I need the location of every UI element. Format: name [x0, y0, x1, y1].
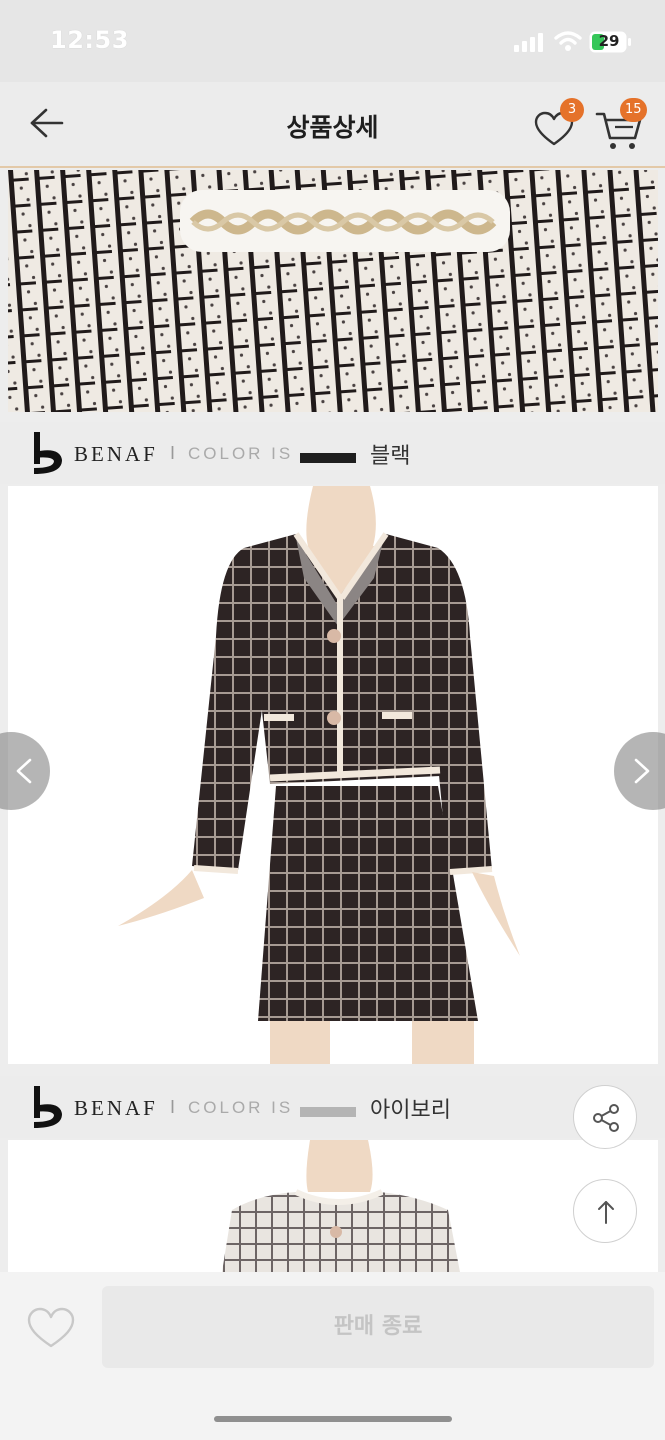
app-header: 상품상세 3 15: [0, 82, 665, 168]
share-icon: [593, 1104, 619, 1132]
color-swatch: [300, 453, 356, 463]
scroll-top-button[interactable]: [573, 1179, 637, 1243]
bottom-wishlist-button[interactable]: [26, 1306, 76, 1350]
status-bar: 12:53 29: [0, 0, 665, 82]
wifi-icon: [554, 31, 582, 51]
bottom-action-bar: 판매 종료: [0, 1272, 665, 1440]
color-name: 아이보리: [370, 1098, 451, 1123]
sold-out-label: 판매 종료: [333, 1314, 423, 1339]
chevron-right-icon: [634, 758, 650, 784]
sold-out-button[interactable]: 판매 종료: [102, 1286, 654, 1368]
signal-icon: [514, 33, 543, 52]
benaf-logo: [34, 1086, 62, 1128]
color-name: 블랙: [370, 444, 411, 469]
status-time: 12:53: [50, 26, 129, 54]
chevron-left-icon: [16, 758, 32, 784]
home-indicator[interactable]: [214, 1416, 452, 1422]
arrow-up-icon: [598, 1201, 614, 1224]
color-label: COLOR IS: [188, 444, 294, 463]
brand-row-ivory: BENAF I COLOR IS 아이보리: [0, 1076, 665, 1138]
brand-name: BENAF: [74, 1096, 158, 1120]
knit-detail-photo: [8, 170, 658, 412]
brand-separator: I: [170, 443, 176, 463]
battery-level: 29: [598, 32, 620, 50]
color-label: COLOR IS: [188, 1098, 294, 1117]
product-photo-ivory: [8, 1140, 658, 1272]
heart-icon: [27, 1307, 75, 1348]
brand-row-black: BENAF I COLOR IS 블랙: [0, 422, 665, 484]
wishlist-count-badge: 3: [560, 98, 584, 122]
product-photo-black: [8, 486, 658, 1064]
color-swatch: [300, 1107, 356, 1117]
brand-separator: I: [170, 1097, 176, 1117]
brand-name: BENAF: [74, 442, 158, 466]
benaf-logo: [34, 432, 62, 474]
cart-count-badge: 15: [620, 98, 647, 122]
share-button[interactable]: [573, 1085, 637, 1149]
